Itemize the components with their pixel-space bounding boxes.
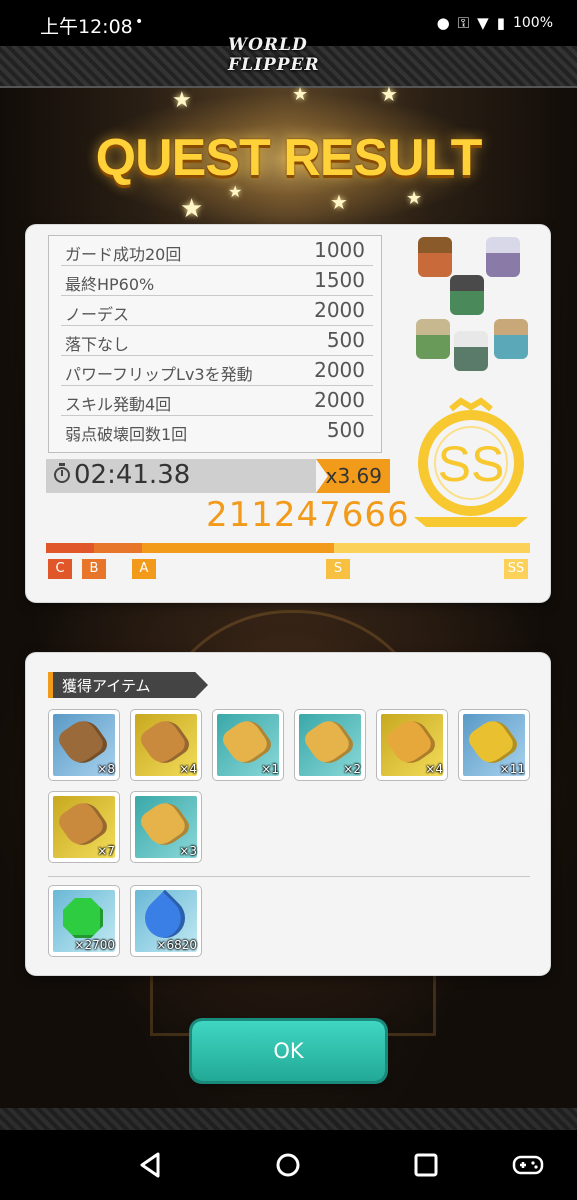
bonus-row: ガード成功20回 1000: [61, 236, 373, 266]
result-panel: ガード成功20回 1000 最終HP60% 1500 ノーデス 2000 落下な…: [26, 225, 550, 602]
currency-quantity: ×2700: [74, 938, 115, 952]
item-quantity: ×2: [343, 762, 361, 776]
status-dot: •: [135, 14, 144, 30]
quest-result-title: QUEST RESULT: [95, 129, 483, 187]
items-panel: 獲得アイテム ×8 ×4 ×1 ×2 ×4 ×11 ×7 ×3 ×2700 ×6…: [26, 653, 550, 975]
gauge-segment-b: [94, 543, 142, 553]
bonus-label: パワーフリップLv3を発動: [65, 365, 253, 384]
bonus-row: 落下なし 500: [61, 326, 373, 356]
party-character-sprite: [454, 331, 488, 371]
bonus-label: ガード成功20回: [65, 245, 182, 264]
party-character-sprite: [418, 237, 452, 277]
bonus-list: ガード成功20回 1000 最終HP60% 1500 ノーデス 2000 落下な…: [48, 235, 382, 453]
navigation-bar: [0, 1130, 577, 1200]
item-slot[interactable]: ×7: [49, 792, 119, 862]
rank-badge-ribbon: [414, 517, 528, 527]
items-section-header: 獲得アイテム: [48, 672, 208, 698]
star-icon: ★: [406, 188, 423, 209]
bonus-value: 500: [326, 418, 365, 442]
rank-badge: SS: [414, 397, 528, 527]
bonus-row: ノーデス 2000: [61, 296, 373, 326]
star-icon: ★: [330, 190, 348, 214]
status-time: 上午12:08: [40, 16, 133, 38]
footer-strip: [0, 1108, 577, 1130]
bonus-label: ノーデス: [65, 305, 130, 324]
currency-slot[interactable]: ×6820: [131, 886, 201, 956]
multiplier-value: x3.69: [325, 464, 382, 488]
clear-time: 02:41.38: [74, 460, 191, 490]
currency-slot[interactable]: ×2700: [49, 886, 119, 956]
rank-badge-crown: [449, 397, 493, 412]
bonus-label: 最終HP60%: [65, 275, 155, 294]
bonus-row: 最終HP60% 1500: [61, 266, 373, 296]
item-slot[interactable]: ×1: [213, 710, 283, 780]
bonus-value: 2000: [314, 358, 365, 382]
star-icon: ★: [380, 82, 398, 106]
title-area: ★ ★ ★ ★ ★ ★ ★ QUEST RESULT: [0, 82, 577, 228]
vpn-key-icon: ⚿: [457, 14, 470, 32]
items-section-title: 獲得アイテム: [62, 677, 151, 695]
score-multiplier: x3.69: [316, 459, 390, 493]
bonus-label: 弱点破壊回数1回: [65, 425, 188, 444]
item-slot[interactable]: ×8: [49, 710, 119, 780]
stopwatch-icon: [54, 463, 70, 483]
wifi-icon: ▼: [477, 14, 489, 32]
bonus-value: 1500: [314, 268, 365, 292]
star-icon: ★: [180, 194, 204, 224]
item-quantity: ×3: [179, 844, 197, 858]
bonus-label: スキル発動4回: [65, 395, 172, 414]
back-icon[interactable]: [134, 1148, 168, 1182]
gauge-mark-a: A: [132, 559, 156, 579]
green-gem-icon: [63, 898, 103, 938]
rank-gauge: [46, 543, 530, 553]
item-slot[interactable]: ×11: [459, 710, 529, 780]
total-score: 211247666: [206, 495, 410, 535]
battery-level: 100%: [512, 15, 553, 31]
party-character-sprite: [486, 237, 520, 277]
currency-quantity: ×6820: [156, 938, 197, 952]
home-icon[interactable]: [271, 1148, 305, 1182]
status-icons: ● ⚿ ▼ ▮ 100%: [437, 14, 553, 32]
clear-time-bar: 02:41.38: [46, 459, 316, 493]
gauge-mark-b: B: [82, 559, 106, 579]
gauge-mark-ss: SS: [504, 559, 528, 579]
party-character-sprite: [416, 319, 450, 359]
party-character-sprite: [494, 319, 528, 359]
rank-letter: SS: [438, 436, 505, 492]
item-quantity: ×11: [499, 762, 525, 776]
item-slot[interactable]: ×3: [131, 792, 201, 862]
bonus-row: パワーフリップLv3を発動 2000: [61, 356, 373, 386]
bonus-row: スキル発動4回 2000: [61, 386, 373, 416]
bonus-label: 落下なし: [65, 335, 130, 354]
bonus-value: 500: [326, 328, 365, 352]
game-logo: WORLD FLIPPER: [228, 35, 320, 75]
party-character-sprite: [450, 275, 484, 315]
ok-button[interactable]: OK: [192, 1021, 385, 1081]
item-quantity: ×4: [425, 762, 443, 776]
bonus-row: 弱点破壊回数1回 500: [61, 416, 373, 445]
bonus-value: 1000: [314, 238, 365, 262]
star-icon: ★: [172, 88, 192, 113]
item-quantity: ×4: [179, 762, 197, 776]
bonus-value: 2000: [314, 298, 365, 322]
item-slot[interactable]: ×2: [295, 710, 365, 780]
bonus-value: 2000: [314, 388, 365, 412]
recents-icon[interactable]: [409, 1148, 443, 1182]
battery-icon: ▮: [496, 14, 505, 32]
game-controller-icon[interactable]: [511, 1148, 545, 1182]
gauge-mark-s: S: [326, 559, 350, 579]
item-quantity: ×7: [97, 844, 115, 858]
vibrate-icon: ●: [436, 14, 450, 32]
star-icon: ★: [292, 84, 309, 105]
gauge-mark-c: C: [48, 559, 72, 579]
item-slot[interactable]: ×4: [131, 710, 201, 780]
item-quantity: ×1: [261, 762, 279, 776]
item-quantity: ×8: [97, 762, 115, 776]
gauge-segment-a: [142, 543, 334, 553]
item-slot[interactable]: ×4: [377, 710, 447, 780]
items-divider: [48, 876, 530, 877]
gauge-segment-s: [334, 543, 530, 553]
gauge-segment-c: [46, 543, 94, 553]
